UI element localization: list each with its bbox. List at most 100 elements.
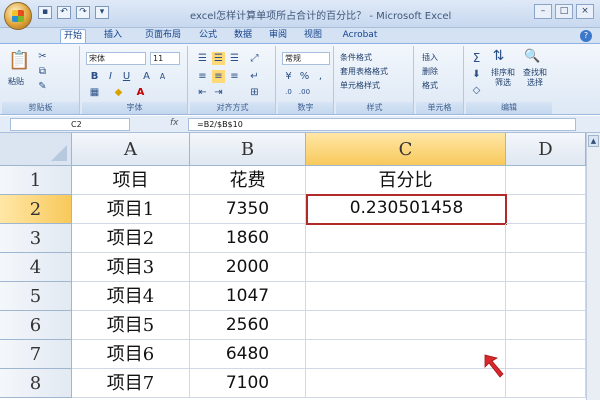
italic-icon[interactable]: I <box>104 70 117 83</box>
number-format-select[interactable]: 常规 <box>282 52 330 65</box>
wrap-text-icon[interactable]: ↵ <box>248 70 261 83</box>
cell-c2-active[interactable]: 0.230501458 <box>306 194 507 225</box>
name-box[interactable]: C2 <box>10 118 130 131</box>
cell-c6[interactable] <box>306 311 506 340</box>
shrink-font-icon[interactable]: A <box>156 70 169 83</box>
align-left-icon[interactable]: ≡ <box>196 70 209 83</box>
insert-cells-button[interactable]: 插入 <box>422 52 438 63</box>
comma-icon[interactable]: , <box>314 70 327 83</box>
cell-a2[interactable]: 项目1 <box>72 195 190 224</box>
row-header-3[interactable]: 3 <box>0 224 72 253</box>
cell-b1[interactable]: 花费 <box>190 166 306 195</box>
row-header-2[interactable]: 2 <box>0 195 72 224</box>
cell-d8[interactable] <box>506 369 586 398</box>
clear-icon[interactable]: ◇ <box>470 84 483 97</box>
fill-icon[interactable]: ⬇ <box>470 68 483 81</box>
merge-center-icon[interactable]: ⊞ <box>248 86 261 99</box>
select-all-button[interactable] <box>0 133 72 166</box>
cut-icon[interactable]: ✂ <box>36 50 49 63</box>
conditional-format-button[interactable]: 条件格式 <box>340 52 372 63</box>
maximize-button[interactable]: □ <box>555 4 573 19</box>
align-center-icon[interactable]: ≡ <box>212 70 225 83</box>
tab-data[interactable]: 数据 <box>230 29 256 43</box>
help-icon[interactable]: ? <box>580 30 592 42</box>
cell-b7[interactable]: 6480 <box>190 340 306 369</box>
tab-page-layout[interactable]: 页面布局 <box>140 29 186 43</box>
save-icon[interactable]: ▪ <box>38 6 52 19</box>
decrease-indent-icon[interactable]: ⇤ <box>196 86 209 99</box>
row-header-7[interactable]: 7 <box>0 340 72 369</box>
close-button[interactable]: × <box>576 4 594 19</box>
paste-button[interactable]: 粘贴 <box>8 76 24 87</box>
customize-qat-icon[interactable]: ▾ <box>95 6 109 19</box>
align-top-icon[interactable]: ☰ <box>196 52 209 65</box>
column-header-a[interactable]: A <box>72 133 190 166</box>
cell-b8[interactable]: 7100 <box>190 369 306 398</box>
align-bottom-icon[interactable]: ☰ <box>228 52 241 65</box>
find-select-icon[interactable]: 🔍 <box>524 50 540 63</box>
sort-filter-icon[interactable]: ⇅ <box>492 49 505 63</box>
cell-b2[interactable]: 7350 <box>190 195 306 224</box>
row-header-4[interactable]: 4 <box>0 253 72 282</box>
font-name-select[interactable]: 宋体 <box>86 52 146 65</box>
cell-b4[interactable]: 2000 <box>190 253 306 282</box>
row-header-8[interactable]: 8 <box>0 369 72 398</box>
border-icon[interactable]: ▦ <box>88 86 101 99</box>
bold-icon[interactable]: B <box>88 70 101 83</box>
cell-d7[interactable] <box>506 340 586 369</box>
font-color-icon[interactable]: A <box>134 86 147 99</box>
delete-cells-button[interactable]: 删除 <box>422 66 438 77</box>
cell-d1[interactable] <box>506 166 586 195</box>
format-painter-icon[interactable]: ✎ <box>36 80 49 93</box>
cell-b3[interactable]: 1860 <box>190 224 306 253</box>
row-header-1[interactable]: 1 <box>0 166 72 195</box>
tab-acrobat[interactable]: Acrobat <box>340 29 380 43</box>
formula-input[interactable]: =B2/$B$10 <box>188 118 576 131</box>
cell-a5[interactable]: 项目4 <box>72 282 190 311</box>
minimize-button[interactable]: – <box>534 4 552 19</box>
cell-d5[interactable] <box>506 282 586 311</box>
cell-a4[interactable]: 项目3 <box>72 253 190 282</box>
vertical-scrollbar[interactable]: ▲ <box>586 133 600 400</box>
redo-icon[interactable]: ↷ <box>76 6 90 19</box>
align-right-icon[interactable]: ≡ <box>228 70 241 83</box>
increase-decimal-icon[interactable]: .0 <box>282 86 295 99</box>
cell-d6[interactable] <box>506 311 586 340</box>
cell-b5[interactable]: 1047 <box>190 282 306 311</box>
office-button[interactable] <box>4 2 32 30</box>
increase-indent-icon[interactable]: ⇥ <box>212 86 225 99</box>
row-header-5[interactable]: 5 <box>0 282 72 311</box>
find-select-button[interactable]: 查找和选择 <box>520 68 550 88</box>
tab-view[interactable]: 视图 <box>300 29 326 43</box>
orientation-icon[interactable]: ⤢ <box>248 52 261 65</box>
grow-font-icon[interactable]: A <box>140 70 153 83</box>
cell-a1[interactable]: 项目 <box>72 166 190 195</box>
currency-icon[interactable]: ¥ <box>282 70 295 83</box>
tab-review[interactable]: 审阅 <box>265 29 291 43</box>
align-middle-icon[interactable]: ☰ <box>212 52 225 65</box>
cell-d3[interactable] <box>506 224 586 253</box>
cell-a6[interactable]: 项目5 <box>72 311 190 340</box>
autosum-icon[interactable]: Σ <box>470 52 483 65</box>
copy-icon[interactable]: ⧉ <box>36 65 49 78</box>
cell-a7[interactable]: 项目6 <box>72 340 190 369</box>
cell-c1[interactable]: 百分比 <box>306 166 506 195</box>
cell-d4[interactable] <box>506 253 586 282</box>
decrease-decimal-icon[interactable]: .00 <box>298 86 311 99</box>
tab-formulas[interactable]: 公式 <box>195 29 221 43</box>
insert-function-icon[interactable]: fx <box>170 118 179 128</box>
underline-icon[interactable]: U <box>120 70 133 83</box>
format-as-table-button[interactable]: 套用表格格式 <box>340 66 388 77</box>
column-header-d[interactable]: D <box>506 133 586 166</box>
column-header-c[interactable]: C <box>306 133 506 166</box>
sort-filter-button[interactable]: 排序和筛选 <box>488 68 518 88</box>
tab-home[interactable]: 开始 <box>60 29 86 43</box>
cell-a8[interactable]: 项目7 <box>72 369 190 398</box>
cell-styles-button[interactable]: 单元格样式 <box>340 80 380 91</box>
cell-c8[interactable] <box>306 369 506 398</box>
cell-c5[interactable] <box>306 282 506 311</box>
cell-c7[interactable] <box>306 340 506 369</box>
percent-icon[interactable]: % <box>298 70 311 83</box>
cell-d2[interactable] <box>506 195 586 224</box>
paste-icon[interactable]: 📋 <box>8 50 30 72</box>
